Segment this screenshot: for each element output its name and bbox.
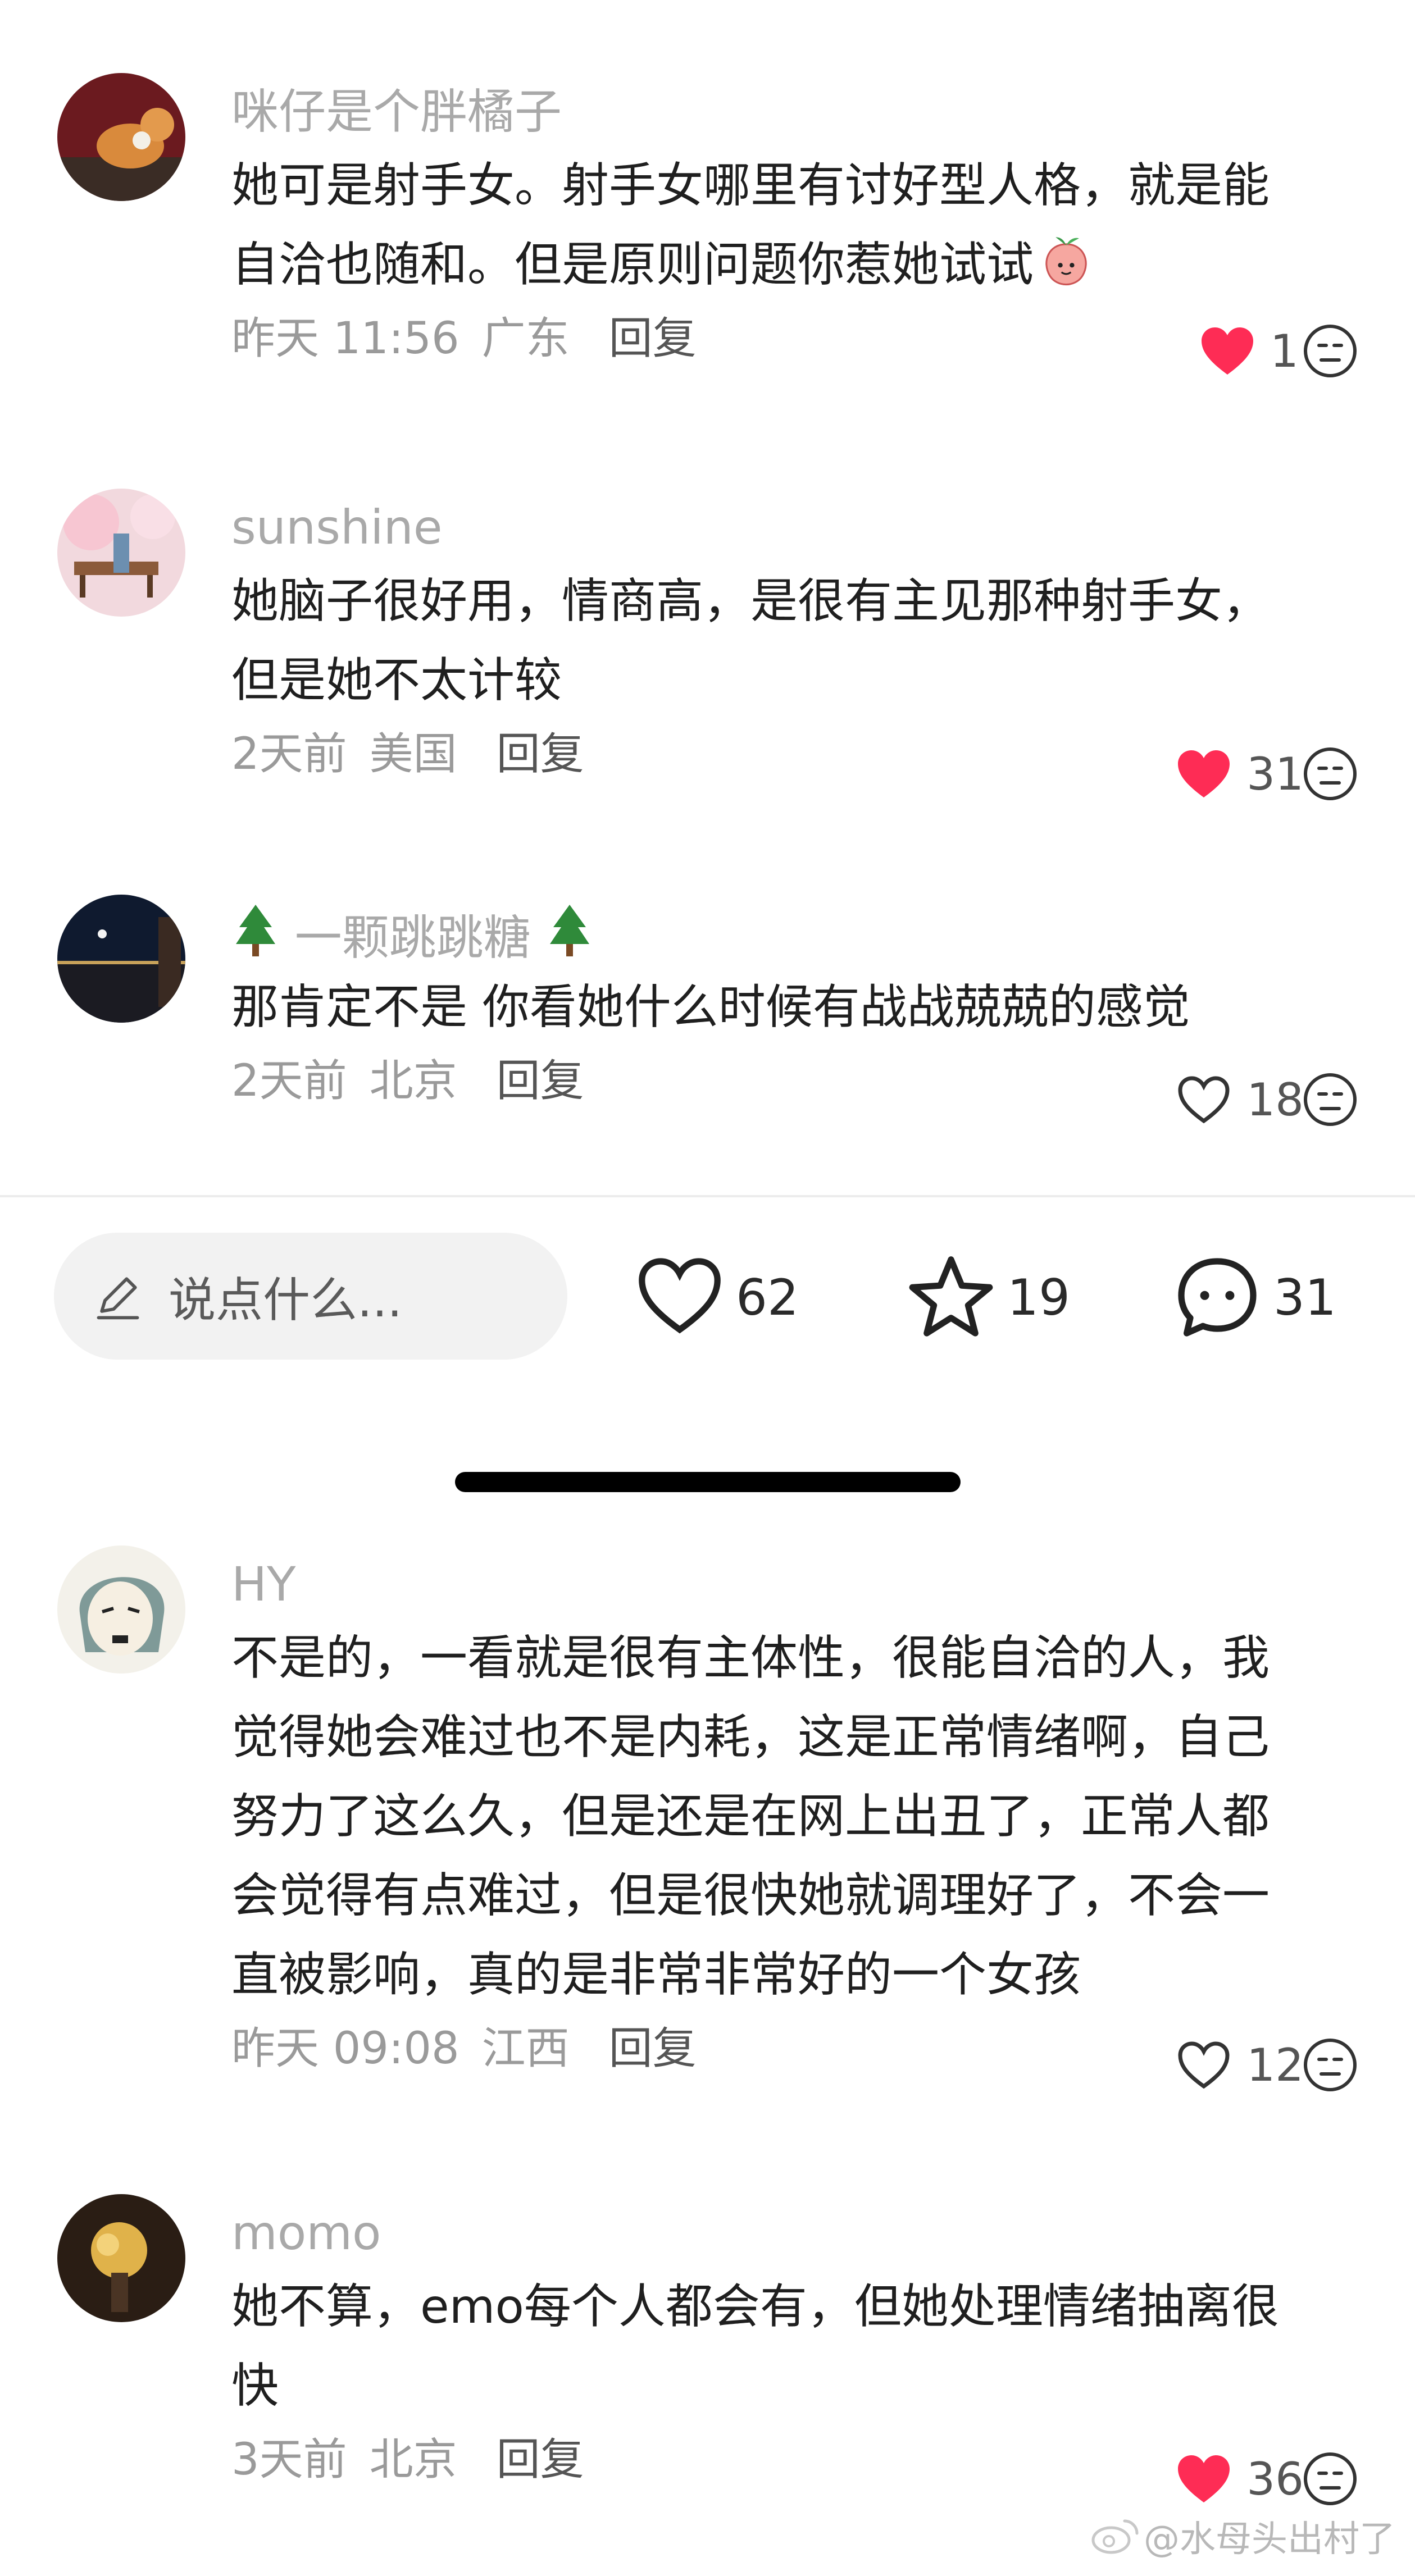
like-action-button[interactable]: 62: [635, 1252, 799, 1342]
heart-outline-icon: [1178, 1076, 1230, 1124]
reply-button[interactable]: 回复: [609, 2023, 697, 2074]
comment-bubble-icon: [1178, 1258, 1257, 1337]
reply-button[interactable]: 回复: [497, 1056, 584, 1106]
comment-meta: 昨天 11:56 广东 回复: [231, 308, 1344, 370]
comment-line: 她可是射手女。射手女哪里有讨好型人格，就是能: [231, 158, 1270, 213]
avatar[interactable]: [57, 895, 185, 1023]
comment-like-button[interactable]: 12: [1176, 2034, 1304, 2096]
input-placeholder: 说点什么...: [169, 1272, 403, 1328]
comment-region: 美国: [369, 729, 457, 779]
comment-line: 自洽也随和。但是原则问题你惹她试试: [231, 225, 1344, 304]
star-outline-icon: [909, 1256, 993, 1337]
comment-username-text: 一颗跳跳糖: [294, 910, 531, 965]
tree-emoji-icon: [550, 905, 590, 956]
comment-like-button[interactable]: 1: [1199, 320, 1304, 382]
comment-username[interactable]: sunshine: [231, 496, 1344, 558]
heart-filled-icon: [1202, 327, 1253, 375]
comment-text: 她脑子很好用，情商高，是很有主见那种射手女， 但是她不太计较: [231, 562, 1344, 720]
reply-button[interactable]: 回复: [609, 313, 697, 364]
comment-text: 她可是射手女。射手女哪里有讨好型人格，就是能 自洽也随和。但是原则问题你惹她试试: [231, 146, 1344, 304]
weibo-watermark: @水母头出村了: [1090, 2510, 1395, 2562]
comment-action-button[interactable]: 31: [1172, 1252, 1336, 1342]
comment-line: 那肯定不是 你看她什么时候有战战兢兢的感觉: [231, 979, 1190, 1034]
dislike-face-icon[interactable]: [1302, 323, 1358, 379]
comment-line: 努力了这么久，但是还是在网上出丑了，正常人都: [231, 1789, 1270, 1844]
comment-line: 不是的，一看就是很有主体性，很能自洽的人，我: [231, 1630, 1270, 1685]
dislike-face-icon[interactable]: [1302, 746, 1358, 802]
like-count: 12: [1246, 2039, 1304, 2091]
comment-like-button[interactable]: 18: [1176, 1069, 1304, 1130]
avatar[interactable]: [57, 2194, 185, 2322]
peach-emoji-icon: [1045, 237, 1087, 286]
comment-text: 不是的，一看就是很有主体性，很能自洽的人，我 觉得她会难过也不是内耗，这是正常情…: [231, 1618, 1344, 2014]
comment-count: 31: [1273, 1268, 1336, 1326]
like-count: 36: [1246, 2452, 1304, 2505]
comment-input[interactable]: 说点什么...: [54, 1233, 567, 1360]
heart-outline-icon: [639, 1258, 721, 1334]
comment-text: 那肯定不是 你看她什么时候有战战兢兢的感觉: [231, 968, 1344, 1047]
avatar[interactable]: [57, 489, 185, 617]
comment-time: 昨天 09:08: [231, 2023, 459, 2074]
comment-line: 她脑子很好用，情商高，是很有主见那种射手女，: [231, 573, 1270, 628]
reply-button[interactable]: 回复: [497, 2434, 584, 2485]
comment-username[interactable]: HY: [231, 1553, 1344, 1615]
comment-like-button[interactable]: 36: [1176, 2448, 1304, 2510]
like-count: 62: [736, 1268, 799, 1326]
comment-line: 直被影响，真的是非常非常好的一个女孩: [231, 1947, 1081, 2002]
pencil-icon: [97, 1277, 139, 1320]
comment-line: 觉得她会难过也不是内耗，这是正常情绪啊，自己: [231, 1709, 1270, 1765]
avatar[interactable]: [57, 1545, 185, 1674]
comment-username[interactable]: 一颗跳跳糖: [231, 902, 1344, 965]
bottom-action-bar: 说点什么... 62 19 31: [0, 1230, 1415, 1365]
comment-like-button[interactable]: 31: [1176, 743, 1304, 805]
favorite-action-button[interactable]: 19: [906, 1252, 1070, 1342]
comment-line: 会觉得有点难过，但是很快她就调理好了，不会一: [231, 1868, 1270, 1923]
dislike-face-icon[interactable]: [1302, 1072, 1358, 1128]
comment-text: 她不算，emo每个人都会有，但她处理情绪抽离很 快: [231, 2267, 1344, 2425]
divider: [0, 1195, 1415, 1197]
like-count: 31: [1246, 747, 1304, 800]
comment-username[interactable]: momo: [231, 2202, 1344, 2264]
comment-time: 3天前: [231, 2434, 347, 2485]
avatar[interactable]: [57, 73, 185, 201]
like-count: 18: [1246, 1073, 1304, 1126]
comment-region: 北京: [369, 2434, 457, 2485]
comment-region: 广东: [481, 313, 570, 364]
comment-line: 快: [231, 2358, 279, 2413]
heart-outline-icon: [1178, 2041, 1230, 2089]
reply-button[interactable]: 回复: [497, 729, 584, 779]
comment-time: 2天前: [231, 1056, 347, 1106]
comment-region: 江西: [481, 2023, 570, 2074]
tree-emoji-icon: [236, 905, 275, 956]
comment-region: 北京: [369, 1056, 457, 1106]
watermark-text: @水母头出村了: [1144, 2519, 1395, 2560]
comment-time: 昨天 11:56: [231, 313, 459, 364]
favorite-count: 19: [1007, 1268, 1070, 1326]
heart-filled-icon: [1178, 2455, 1230, 2502]
weibo-logo-icon: [1091, 2519, 1139, 2554]
comment-line: 但是她不太计较: [231, 653, 562, 708]
like-count: 1: [1270, 325, 1299, 377]
comment-line-text: 自洽也随和。但是原则问题你惹她试试: [231, 237, 1034, 292]
dislike-face-icon[interactable]: [1302, 2037, 1358, 2093]
heart-filled-icon: [1178, 750, 1230, 797]
comment-line: 她不算，emo每个人都会有，但她处理情绪抽离很: [231, 2279, 1279, 2334]
comment-time: 2天前: [231, 729, 347, 779]
comment-username[interactable]: 咪仔是个胖橘子: [231, 81, 1344, 143]
dislike-face-icon[interactable]: [1302, 2451, 1358, 2507]
home-indicator[interactable]: [455, 1472, 961, 1492]
